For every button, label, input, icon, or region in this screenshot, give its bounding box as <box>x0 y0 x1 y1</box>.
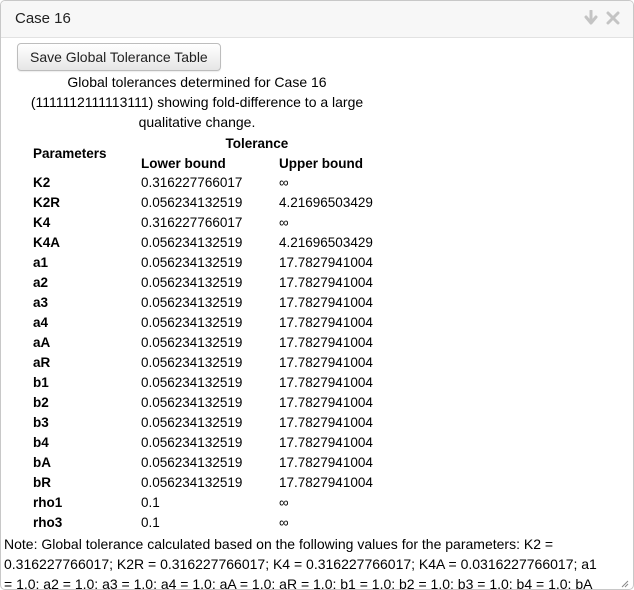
param-cell: a3 <box>33 295 49 310</box>
table-row: K2 0.316227766017 ∞ <box>29 173 377 193</box>
save-global-tolerance-table-button[interactable]: Save Global Tolerance Table <box>17 43 221 71</box>
table-caption: Global tolerances determined for Case 16… <box>30 74 364 130</box>
upper-bound-cell: 17.7827941004 <box>279 415 373 430</box>
table-row: rho1 0.1 ∞ <box>29 493 377 513</box>
lower-bound-cell: 0.056234132519 <box>141 295 243 310</box>
download-arrow-icon[interactable] <box>583 9 599 27</box>
title-bar-controls <box>583 9 621 27</box>
upper-bound-cell: 4.21696503429 <box>279 195 373 210</box>
table-row: b4 0.056234132519 17.7827941004 <box>29 433 377 453</box>
table-row: a4 0.056234132519 17.7827941004 <box>29 313 377 333</box>
tolerance-table: Parameters Tolerance Lower bound Upper b… <box>29 133 377 533</box>
upper-bound-cell: 17.7827941004 <box>279 295 373 310</box>
param-cell: K2 <box>33 175 51 190</box>
param-cell: bR <box>33 475 51 490</box>
tolerance-table-body: K2 0.316227766017 ∞ K2R 0.056234132519 4.2169… <box>29 173 377 533</box>
table-row: aA 0.056234132519 17.7827941004 <box>29 333 377 353</box>
header-parameters: Parameters <box>33 145 107 161</box>
resize-grip-icon[interactable] <box>619 575 629 588</box>
param-cell: aR <box>33 355 51 370</box>
table-row: b3 0.056234132519 17.7827941004 <box>29 413 377 433</box>
header-lower-bound: Lower bound <box>141 155 226 171</box>
lower-bound-cell: 0.056234132519 <box>141 335 243 350</box>
table-row: K4A 0.056234132519 4.21696503429 <box>29 233 377 253</box>
table-row: bR 0.056234132519 17.7827941004 <box>29 473 377 493</box>
upper-bound-cell: 17.7827941004 <box>279 435 373 450</box>
table-row: a2 0.056234132519 17.7827941004 <box>29 273 377 293</box>
title-bar[interactable]: Case 16 <box>1 1 633 38</box>
param-cell: aA <box>33 335 51 350</box>
param-cell: rho1 <box>33 495 63 510</box>
table-row: b1 0.056234132519 17.7827941004 <box>29 373 377 393</box>
upper-bound-cell: 17.7827941004 <box>279 475 373 490</box>
lower-bound-cell: 0.056234132519 <box>141 435 243 450</box>
lower-bound-cell: 0.1 <box>141 495 160 510</box>
header-upper-bound: Upper bound <box>279 155 363 171</box>
upper-bound-cell: ∞ <box>279 215 289 230</box>
table-row: bA 0.056234132519 17.7827941004 <box>29 453 377 473</box>
dialog-window: Case 16 Save Global Tolerance Table Glob… <box>0 0 634 590</box>
upper-bound-cell: ∞ <box>279 495 289 510</box>
lower-bound-cell: 0.056234132519 <box>141 315 243 330</box>
dialog-body: Save Global Tolerance Table Global toler… <box>1 38 633 589</box>
table-row: a3 0.056234132519 17.7827941004 <box>29 293 377 313</box>
param-cell: K2R <box>33 195 61 210</box>
lower-bound-cell: 0.056234132519 <box>141 195 243 210</box>
table-row: b2 0.056234132519 17.7827941004 <box>29 393 377 413</box>
lower-bound-cell: 0.056234132519 <box>141 475 243 490</box>
param-cell: bA <box>33 455 51 470</box>
lower-bound-cell: 0.316227766017 <box>141 215 243 230</box>
table-row: K2R 0.056234132519 4.21696503429 <box>29 193 377 213</box>
close-icon[interactable] <box>605 9 621 27</box>
upper-bound-cell: 17.7827941004 <box>279 375 373 390</box>
lower-bound-cell: 0.056234132519 <box>141 355 243 370</box>
lower-bound-cell: 0.1 <box>141 515 160 530</box>
lower-bound-cell: 0.056234132519 <box>141 255 243 270</box>
upper-bound-cell: 17.7827941004 <box>279 395 373 410</box>
param-cell: rho3 <box>33 515 63 530</box>
upper-bound-cell: 17.7827941004 <box>279 275 373 290</box>
upper-bound-cell: 4.21696503429 <box>279 235 373 250</box>
param-cell: b1 <box>33 375 49 390</box>
table-row: rho3 0.1 ∞ <box>29 513 377 533</box>
param-cell: a4 <box>33 315 49 330</box>
lower-bound-cell: 0.056234132519 <box>141 395 243 410</box>
param-cell: K4A <box>33 235 61 250</box>
upper-bound-cell: ∞ <box>279 515 289 530</box>
table-row: a1 0.056234132519 17.7827941004 <box>29 253 377 273</box>
dialog-title: Case 16 <box>15 10 71 27</box>
note-text: Note: Global tolerance calculated based … <box>4 536 597 589</box>
lower-bound-cell: 0.056234132519 <box>141 455 243 470</box>
upper-bound-cell: ∞ <box>279 175 289 190</box>
upper-bound-cell: 17.7827941004 <box>279 255 373 270</box>
table-row: K4 0.316227766017 ∞ <box>29 213 377 233</box>
upper-bound-cell: 17.7827941004 <box>279 335 373 350</box>
lower-bound-cell: 0.056234132519 <box>141 275 243 290</box>
upper-bound-cell: 17.7827941004 <box>279 355 373 370</box>
upper-bound-cell: 17.7827941004 <box>279 455 373 470</box>
lower-bound-cell: 0.056234132519 <box>141 235 243 250</box>
lower-bound-cell: 0.056234132519 <box>141 415 243 430</box>
lower-bound-cell: 0.056234132519 <box>141 375 243 390</box>
param-cell: b4 <box>33 435 49 450</box>
param-cell: b2 <box>33 395 49 410</box>
param-cell: a2 <box>33 275 49 290</box>
param-cell: a1 <box>33 255 49 270</box>
header-tolerance: Tolerance <box>225 135 289 151</box>
param-cell: b3 <box>33 415 49 430</box>
table-row: aR 0.056234132519 17.7827941004 <box>29 353 377 373</box>
upper-bound-cell: 17.7827941004 <box>279 315 373 330</box>
lower-bound-cell: 0.316227766017 <box>141 175 243 190</box>
param-cell: K4 <box>33 215 51 230</box>
